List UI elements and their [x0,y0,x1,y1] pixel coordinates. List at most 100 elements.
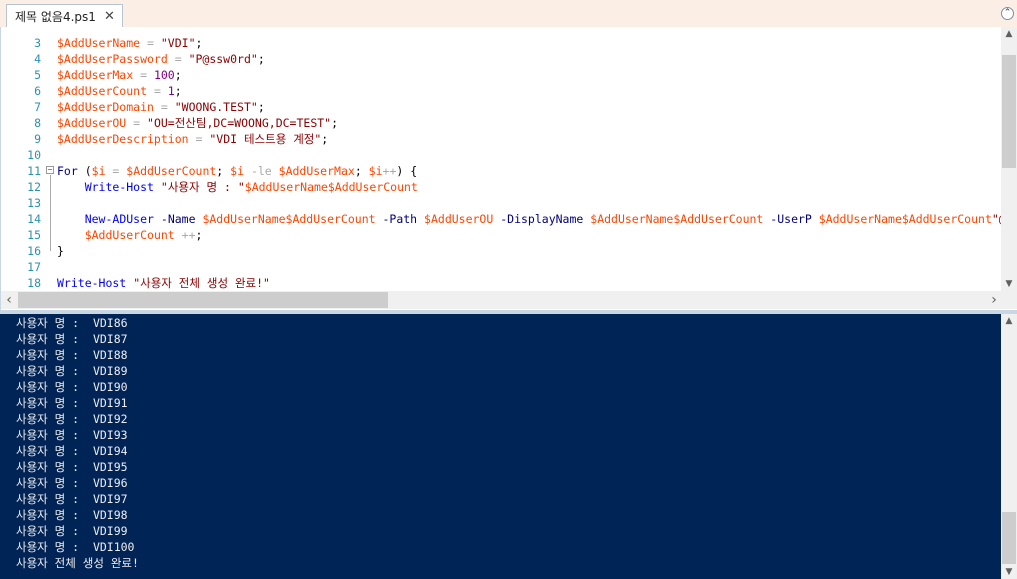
code-token: For [57,164,78,178]
code-line[interactable]: 9 $AddUserDescription = "VDI 테스트용 계정"; [1,131,1002,147]
console-line: 사용자 명 : VDI89 [16,364,128,378]
editor-lines: 3 $AddUserName = "VDI"; 4 $AddUserPassword … [1,27,1002,291]
scroll-up-icon[interactable]: ▲ [1001,27,1017,41]
code-line[interactable]: 8 $AddUserOU = "OU=전산팀,DC=WOONG,DC=TEST"; [1,115,1002,131]
tab-script[interactable]: 제목 없음4.ps1 ✕ [6,4,123,27]
script-editor[interactable]: 3 $AddUserName = "VDI"; 4 $AddUserPassword … [0,27,1017,310]
code-token: ; [195,228,203,242]
line-number: 18 [27,276,41,290]
console-scroll-up-icon[interactable]: ▲ [1001,314,1017,328]
console-line: 사용자 명 : VDI86 [16,316,128,330]
code-line[interactable]: 3 $AddUserName = "VDI"; [1,35,1002,51]
line-number: 6 [34,84,41,98]
code-token: -Path [382,212,418,226]
code-token: $AddUserName$AddUserCount [244,180,418,194]
code-token: $AddUserName$AddUserCount [818,212,992,226]
code-line[interactable]: 12 Write-Host "사용자 명 : "$AddUserName$Add… [1,179,1002,195]
scroll-left-icon[interactable]: ‹ [1,293,17,307]
code-line[interactable]: 6 $AddUserCount = 1; [1,83,1002,99]
console-line: 사용자 명 : VDI100 [16,540,135,554]
code-text: Write-Host "사용자 전체 생성 완료!" [57,275,270,291]
code-token: ; [257,52,265,66]
code-token: $i [91,164,106,178]
console-vertical-scrollbar[interactable]: ▲ ▼ [1001,314,1017,579]
console-line: 사용자 명 : VDI98 [16,508,128,522]
console-line: 사용자 명 : VDI91 [16,396,128,410]
collapse-pane-icon[interactable]: ⌃ [1001,7,1014,20]
code-token: = [140,36,161,50]
code-text: $AddUserPassword = "P@ssw0rd"; [57,51,265,67]
code-token: $AddUserCount [57,84,148,98]
fold-toggle-icon[interactable]: − [46,166,54,174]
console-line: 사용자 명 : VDI93 [16,428,128,442]
code-line[interactable]: 7 $AddUserDomain = "WOONG.TEST"; [1,99,1002,115]
line-number: 16 [27,244,41,258]
code-token: ) { [396,164,418,178]
console-line: 사용자 명 : VDI88 [16,348,128,362]
console-scroll-thumb[interactable] [1002,512,1016,564]
code-text: Write-Host "사용자 명 : "$AddUserName$AddUse… [57,179,418,195]
console-line: 사용자 명 : VDI87 [16,332,128,346]
code-token: $AddUserCount [84,228,175,242]
code-line[interactable]: 5 $AddUserMax = 100; [1,67,1002,83]
console-pane[interactable]: 사용자 명 : VDI86 사용자 명 : VDI87 사용자 명 : VDI88 사… [0,314,1017,579]
code-text: $AddUserOU = "OU=전산팀,DC=WOONG,DC=TEST"; [57,115,338,131]
code-text: $AddUserDomain = "WOONG.TEST"; [57,99,265,115]
code-token: ; [174,68,182,82]
code-token: ++ [181,228,196,242]
console-scroll-down-icon[interactable]: ▼ [1001,565,1017,579]
code-token: $AddUserCount [126,164,217,178]
console-line: 사용자 명 : VDI99 [16,524,128,538]
code-line[interactable]: 17 [1,259,1002,275]
line-number: 8 [34,116,41,130]
code-line[interactable]: 10 [1,147,1002,163]
code-line[interactable]: 4 $AddUserPassword = "P@ssw0rd"; [1,51,1002,67]
line-number: 4 [34,52,41,66]
code-token: -UserP [770,212,812,226]
line-number: 5 [34,68,41,82]
code-line[interactable]: 11− For ($i = $AddUserCount; $i -le $AddU… [1,163,1002,179]
line-number: 17 [27,260,41,274]
editor-horizontal-scroll-thumb[interactable] [18,292,388,308]
editor-horizontal-scrollbar[interactable]: ‹ › [1,291,1002,309]
tab-bar: 제목 없음4.ps1 ✕ ⌃ [0,0,1017,28]
line-number: 15 [27,228,41,242]
code-line[interactable]: 14 New-ADUser -Name $AddUserName$AddUser… [1,211,1002,227]
code-token: Write-Host [84,180,154,194]
code-token: = [105,164,127,178]
code-token: $AddUserMax [57,68,134,82]
editor-vertical-scrollbar[interactable]: ▲ ▼ [1001,27,1017,291]
code-token: ; [174,84,182,98]
code-line[interactable]: 18 Write-Host "사용자 전체 생성 완료!" [1,275,1002,291]
line-number: 11 [27,164,41,178]
code-token: $i [368,164,383,178]
close-icon[interactable]: ✕ [104,9,115,24]
fold-guide [50,175,51,251]
line-number: 3 [34,36,41,50]
scroll-down-icon[interactable]: ▼ [1001,277,1017,291]
code-line[interactable]: 15 $AddUserCount ++; [1,227,1002,243]
code-token: "VDI 테스트용 계정" [209,132,322,146]
code-token: = [147,84,168,98]
code-token: "사용자 전체 생성 완료!" [133,276,270,290]
code-line[interactable]: 16} [1,243,1002,259]
code-token: $i [230,164,245,178]
line-number: 13 [27,196,41,210]
code-token: ++ [382,164,397,178]
code-token: ; [331,116,339,130]
code-token: ; [195,36,203,50]
console-line: 사용자 명 : VDI95 [16,460,128,474]
editor-vertical-scroll-thumb[interactable] [1002,55,1016,168]
code-token: "WOONG.TEST" [174,100,258,114]
code-line[interactable]: 13 [1,195,1002,211]
scroll-right-icon[interactable]: › [986,293,1002,307]
code-token: 1 [167,84,175,98]
code-text: $AddUserCount ++; [57,227,203,243]
code-token: "OU=전산팀,DC=WOONG,DC=TEST" [147,116,332,130]
tab-title: 제목 없음4.ps1 [15,9,96,24]
